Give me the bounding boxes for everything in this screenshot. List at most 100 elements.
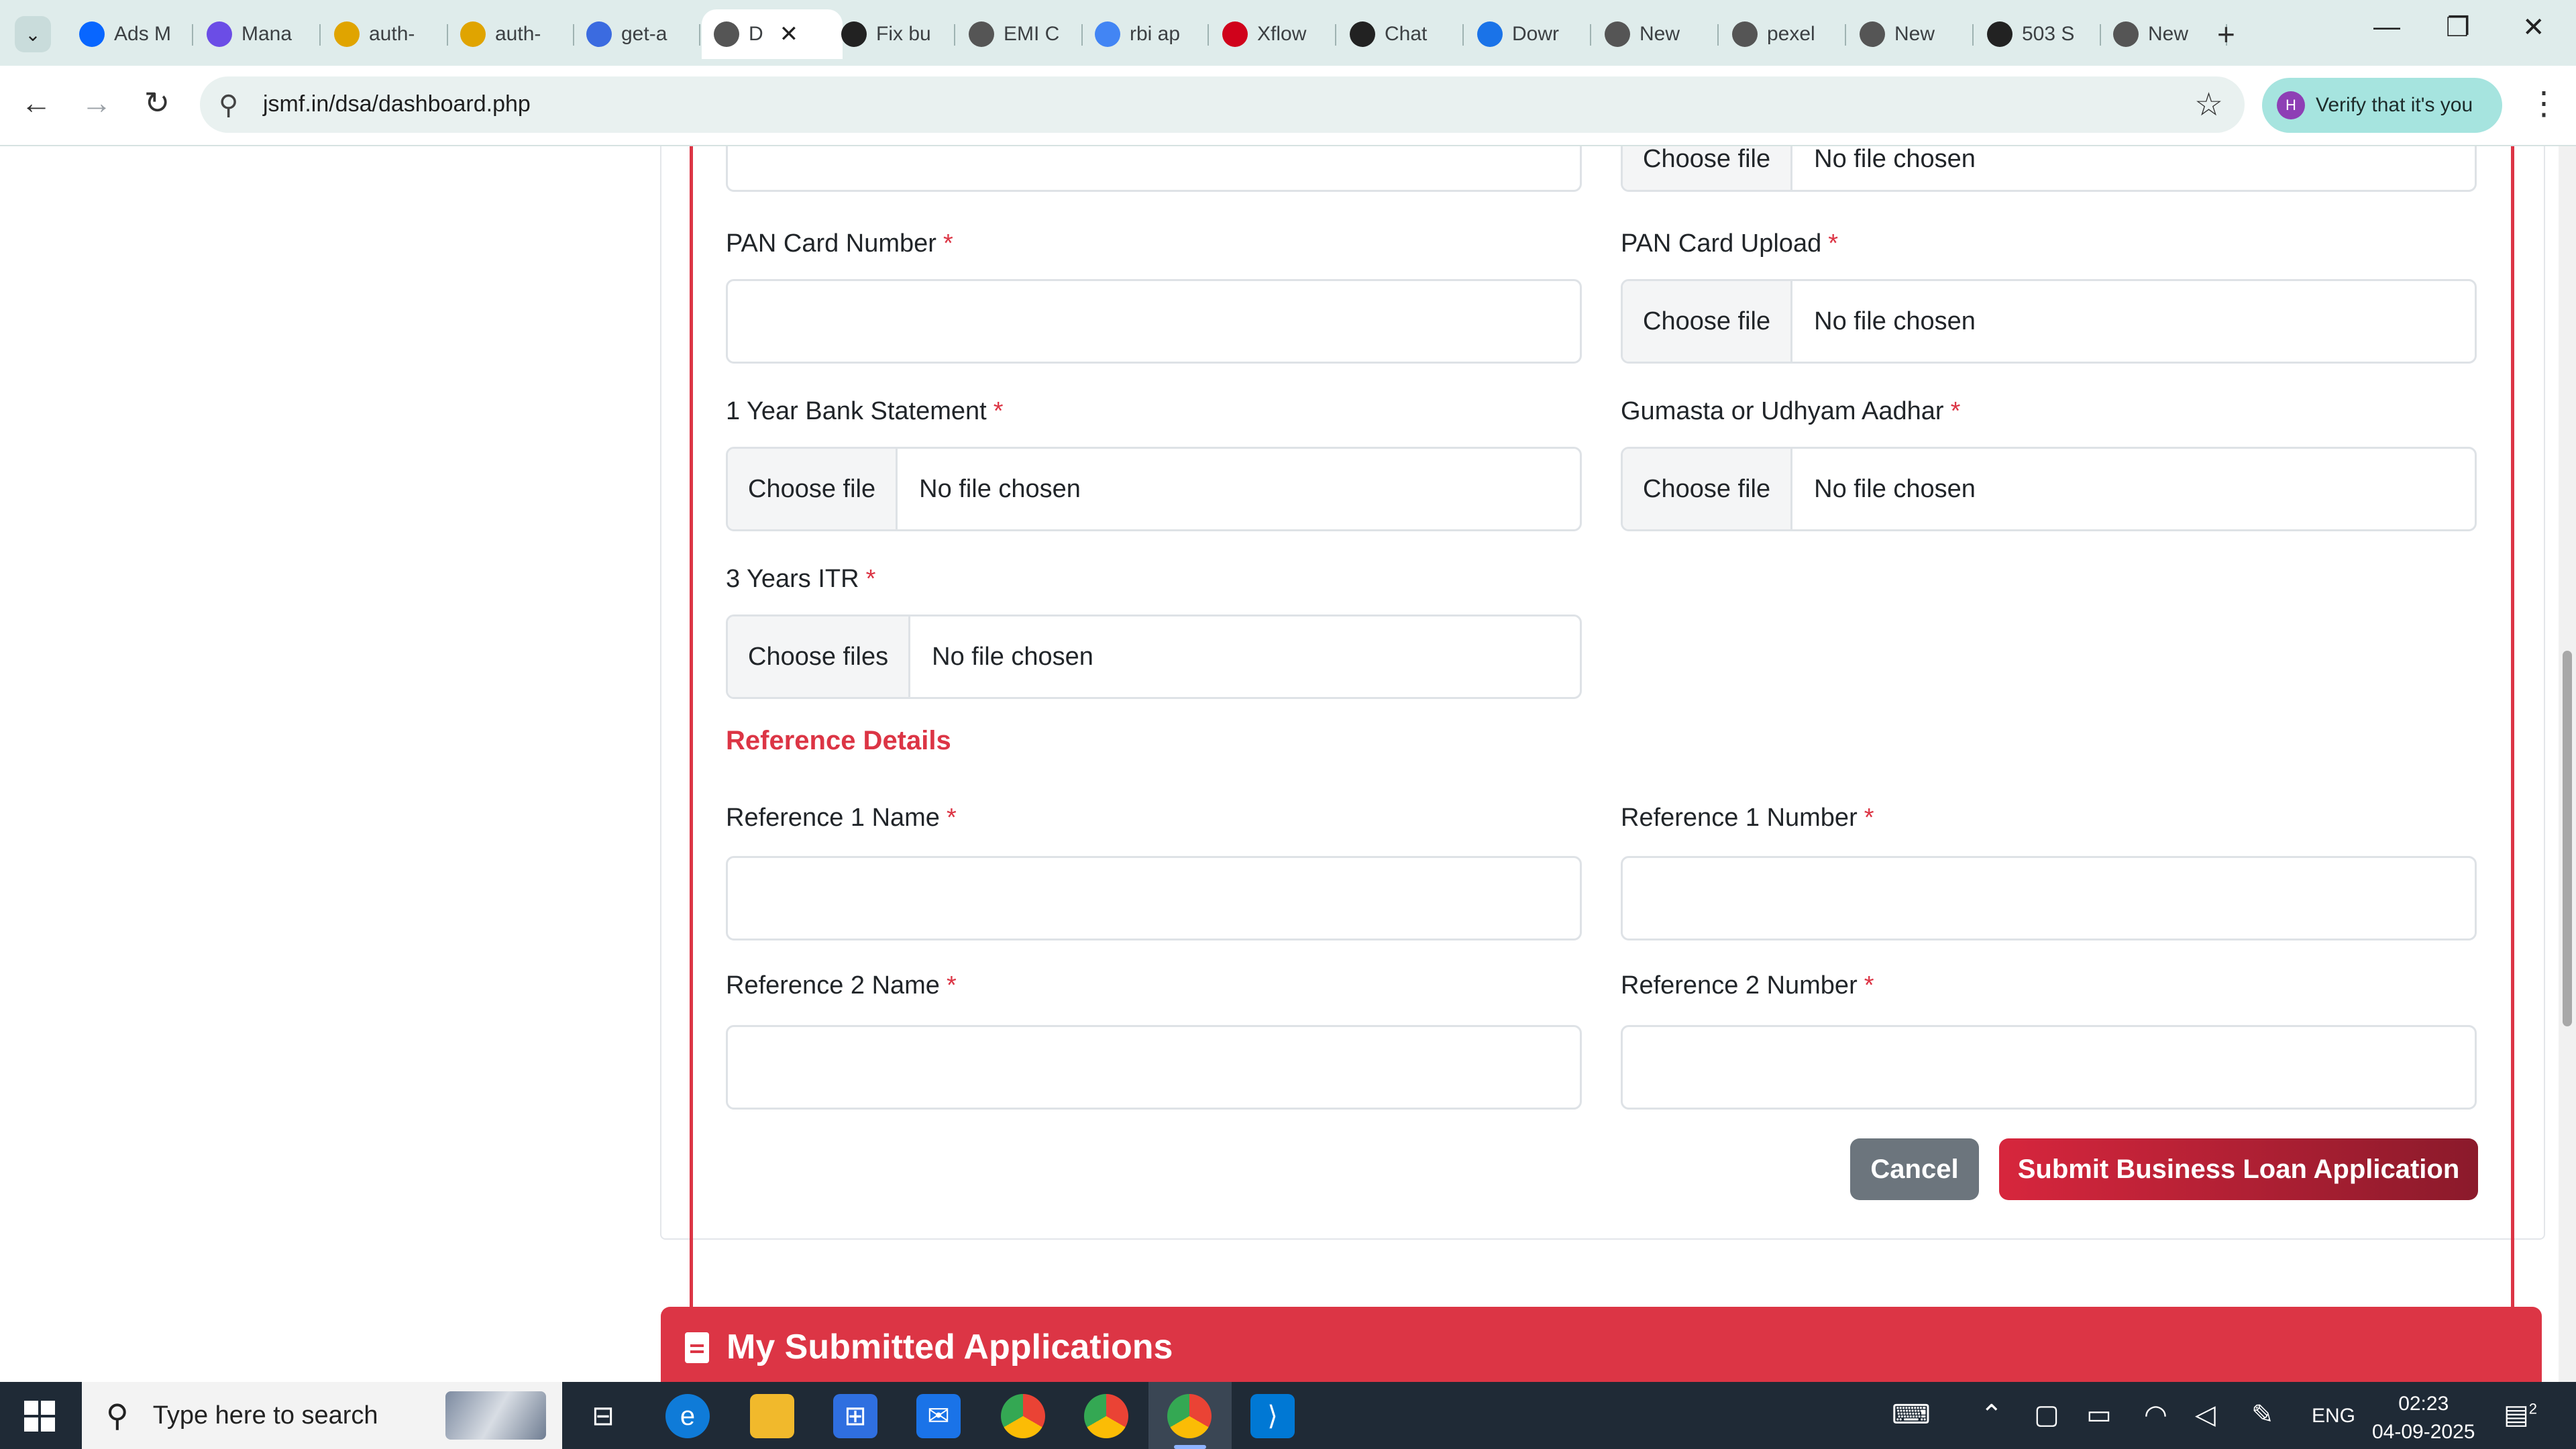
browser-tab[interactable]: auth- [448, 9, 574, 59]
choose-file-button[interactable]: Choose file [1623, 281, 1793, 362]
file-explorer-icon[interactable] [750, 1394, 794, 1438]
choose-file-button[interactable]: Choose file [1623, 146, 1793, 190]
taskbar-search[interactable]: ⚲ Type here to search [82, 1382, 562, 1449]
choose-file-button[interactable]: Choose file [728, 449, 898, 529]
tab-search-button[interactable]: ⌄ [15, 16, 51, 52]
required-mark: * [1864, 971, 1874, 1000]
browser-tab[interactable]: get-a [574, 9, 700, 59]
bank-statement-label: 1 Year Bank Statement * [726, 397, 1004, 426]
choose-files-button[interactable]: Choose files [728, 616, 911, 697]
bank-statement-input[interactable]: Choose file No file chosen [726, 447, 1582, 531]
tab-label: Chat [1385, 23, 1428, 45]
language-indicator[interactable]: ENG [2312, 1405, 2355, 1428]
ref1-name-input[interactable] [726, 856, 1582, 941]
browser-tab[interactable]: Mana [195, 9, 321, 59]
wifi-icon[interactable]: ◠ [2144, 1399, 2167, 1430]
tab-separator [1845, 24, 1846, 46]
chevron-down-icon: ⌄ [25, 23, 41, 45]
label-text: Reference 1 Number [1621, 804, 1858, 832]
back-button[interactable]: ← [16, 85, 56, 121]
pan-number-input[interactable] [726, 279, 1582, 364]
ref2-number-input[interactable] [1621, 1025, 2477, 1110]
browser-tab[interactable]: New [1593, 9, 1719, 59]
github-copilot-icon [586, 21, 612, 47]
download-icon [1477, 21, 1503, 47]
page-scrollbar[interactable] [2559, 146, 2576, 1382]
gumasta-input[interactable]: Choose file No file chosen [1621, 447, 2477, 531]
vscode-icon[interactable]: ⟩ [1250, 1394, 1295, 1438]
browser-tab[interactable]: EMI C [957, 9, 1083, 59]
address-bar[interactable]: ⚲ jsmf.in/dsa/dashboard.php ☆ [200, 76, 2245, 133]
itr-label: 3 Years ITR * [726, 565, 875, 594]
browser-tab[interactable]: Chat [1338, 9, 1464, 59]
browser-tab[interactable]: Dowr [1465, 9, 1591, 59]
chrome-icon[interactable] [1084, 1394, 1128, 1438]
page-content: Choose file No file chosen PAN Card Numb… [0, 146, 2576, 1382]
choose-file-button[interactable]: Choose file [1623, 449, 1793, 529]
tab-separator [1717, 24, 1719, 46]
pen-icon[interactable]: ✎ [2251, 1399, 2274, 1430]
ref2-number-label: Reference 2 Number * [1621, 971, 1874, 1000]
tab-separator [1590, 24, 1591, 46]
itr-input[interactable]: Choose files No file chosen [726, 614, 1582, 699]
microsoft-store-icon[interactable]: ⊞ [833, 1394, 877, 1438]
ref1-number-input[interactable] [1621, 856, 2477, 941]
browser-menu-icon[interactable]: ⋮ [2528, 85, 2560, 122]
meet-icon[interactable]: ▢ [2034, 1399, 2059, 1430]
keyboard-icon[interactable]: ⌨ [1892, 1399, 1931, 1430]
mail-icon[interactable]: ✉ [916, 1394, 961, 1438]
browser-tab[interactable]: Ads M [67, 9, 193, 59]
ref2-name-input[interactable] [726, 1025, 1582, 1110]
chrome-icon [1860, 21, 1885, 47]
battery-icon[interactable]: ▭ [2086, 1399, 2112, 1430]
submit-application-button[interactable]: Submit Business Loan Application [1999, 1138, 2478, 1200]
active-indicator [1174, 1445, 1206, 1449]
new-tab-button[interactable]: + [2217, 16, 2235, 52]
close-window-button[interactable]: ✕ [2522, 12, 2545, 43]
close-tab-icon[interactable]: ✕ [780, 21, 799, 48]
file-status: No file chosen [1814, 474, 1976, 503]
edge-icon[interactable]: e [665, 1394, 710, 1438]
browser-tab[interactable]: New [2101, 9, 2227, 59]
required-mark: * [946, 804, 957, 832]
browser-tab[interactable]: Xflow [1210, 9, 1336, 59]
scrollbar-thumb[interactable] [2563, 651, 2572, 1026]
browser-tab[interactable]: rbi ap [1083, 9, 1209, 59]
search-highlight-image [445, 1391, 546, 1440]
pan-upload-input[interactable]: Choose file No file chosen [1621, 279, 2477, 364]
system-clock[interactable]: 02:23 04-09-2025 [2372, 1390, 2475, 1446]
volume-icon[interactable]: ◁ [2195, 1399, 2216, 1430]
show-hidden-icons-icon[interactable]: ⌃ [1980, 1399, 2003, 1430]
browser-tab[interactable]: 503 S [1975, 9, 2101, 59]
browser-tab[interactable]: pexel [1720, 9, 1846, 59]
task-view-icon[interactable]: ⊟ [581, 1394, 625, 1438]
chrome-profile-icon[interactable] [1001, 1394, 1045, 1438]
windows-start-icon[interactable] [24, 1401, 55, 1432]
browser-tab[interactable]: D ✕ [702, 9, 843, 59]
label-text: 1 Year Bank Statement [726, 397, 987, 425]
restore-button[interactable]: ❐ [2446, 12, 2470, 43]
previous-file-input[interactable]: Choose file No file chosen [1621, 146, 2477, 192]
h-logo-icon [207, 21, 232, 47]
profile-verify-button[interactable]: H Verify that it's you [2262, 78, 2502, 133]
required-mark: * [993, 397, 1004, 425]
required-mark: * [943, 229, 953, 258]
notification-center-icon[interactable]: ▤2 [2504, 1399, 2537, 1430]
reload-button[interactable]: ↻ [137, 85, 177, 121]
minimize-button[interactable]: — [2373, 12, 2400, 42]
url-text[interactable]: jsmf.in/dsa/dashboard.php [263, 91, 531, 117]
openai-icon [1350, 21, 1375, 47]
forward-button[interactable]: → [76, 85, 117, 121]
browser-tab[interactable]: New [1847, 9, 1974, 59]
taskbar-search-placeholder: Type here to search [152, 1401, 378, 1430]
chrome-icon [1605, 21, 1630, 47]
previous-text-input[interactable] [726, 146, 1582, 192]
chrome-active-icon[interactable] [1167, 1394, 1212, 1438]
tab-separator [699, 24, 700, 46]
bookmark-star-icon[interactable]: ☆ [2194, 86, 2223, 123]
browser-tab[interactable]: Fix bu [829, 9, 955, 59]
browser-tab[interactable]: auth- [322, 9, 448, 59]
site-info-icon[interactable]: ⚲ [219, 90, 238, 121]
ref2-name-label: Reference 2 Name * [726, 971, 957, 1000]
cancel-button[interactable]: Cancel [1850, 1138, 1979, 1200]
